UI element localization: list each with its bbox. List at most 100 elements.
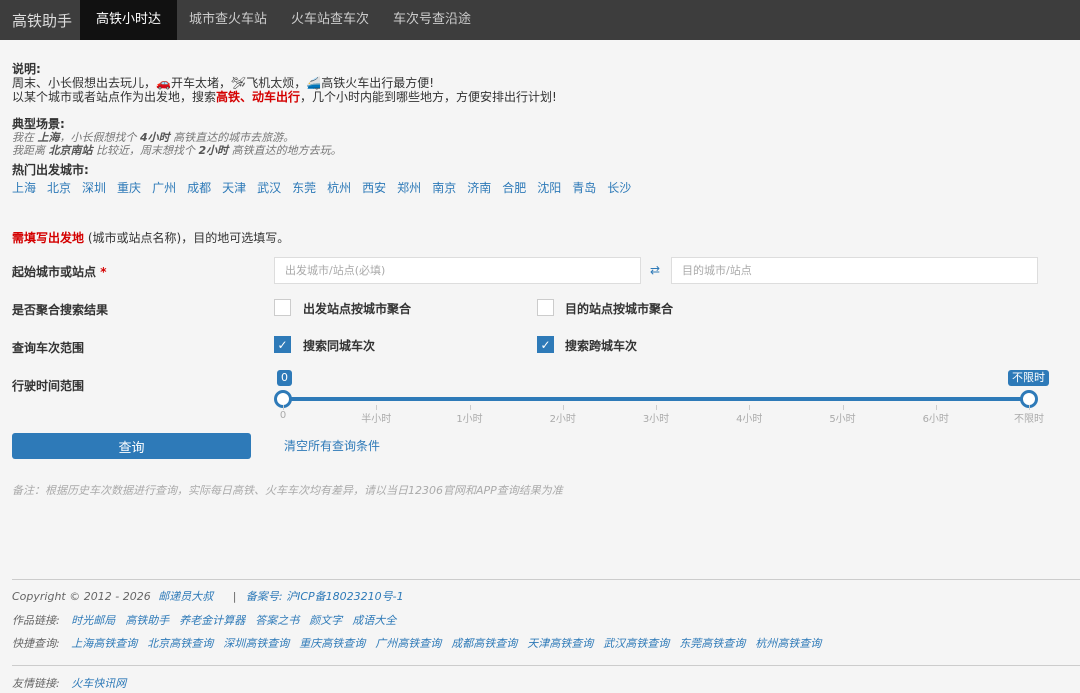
quick-query-link[interactable]: 成都高铁查询 [451,637,517,650]
works-label: 作品链接: [12,614,60,627]
hot-city-link[interactable]: 青岛 [572,180,596,196]
brand-logo[interactable]: 高铁助手 [0,10,80,31]
friend-link[interactable]: 火车快讯网 [71,677,126,690]
intro-line-1: 周末、小长假想出去玩儿，🚗开车太堵，🛩飞机太烦，🚄高铁火车出行最方便! [12,76,557,90]
merge-origin-checkbox[interactable] [274,299,291,316]
nav-tab-city-stations[interactable]: 城市查火车站 [177,0,279,40]
hot-city-link[interactable]: 东莞 [292,180,316,196]
intro-text: ，几个小时内能到哪些地方，方便安排出行计划! [300,90,557,104]
copyright-text: Copyright © 2012 - 2026 [12,590,151,603]
icp-link[interactable]: 备案号: 沪ICP备18023210号-1 [246,590,404,603]
hot-city-link[interactable]: 郑州 [397,180,421,196]
quick-query-link[interactable]: 杭州高铁查询 [755,637,821,650]
slider-tick-label: 半小时 [361,414,392,425]
quick-label: 快捷查询: [12,637,60,650]
footer-copyright: Copyright © 2012 - 2026 邮递员大叔 | 备案号: 沪IC… [12,588,414,604]
top-navbar: 高铁助手 高铁小时达 城市查火车站 火车站查车次 车次号查沿途 [0,0,1080,40]
scene-bold: 4小时 [140,131,170,144]
scene-bold: 2小时 [198,144,229,157]
required-mark: * [100,265,107,279]
merge-dest-label[interactable]: 目的站点按城市聚合 [565,300,673,317]
scope-same-checkbox[interactable]: ✓ [274,336,291,353]
slider-tick-label: 2小时 [549,414,576,425]
scene-section: 典型场景: 我在 上海，小长假想找个 4小时 高铁直达的城市去旅游。 我距离 北… [12,118,342,158]
footer-works: 作品链接: 时光邮局 高铁助手 养老金计算器 答案之书 颜文字 成语大全 [12,612,406,628]
scope-cross-checkbox[interactable]: ✓ [537,336,554,353]
merge-label: 是否聚合搜索结果 [12,303,109,317]
hot-city-link[interactable]: 重庆 [117,180,141,196]
time-slider-track[interactable] [283,397,1029,401]
hot-city-link[interactable]: 上海 [12,180,36,196]
hot-city-link[interactable]: 天津 [222,180,246,196]
scene-bold: 上海 [37,131,60,144]
notice-text: (城市或站点名称)，目的地可选填写。 [87,231,290,245]
quick-query-link[interactable]: 北京高铁查询 [147,637,213,650]
hot-city-link[interactable]: 北京 [47,180,71,196]
hot-city-link[interactable]: 深圳 [82,180,106,196]
scene-example-2: 我距离 北京南站 比较近，周末想找个 2小时 高铁直达的地方去玩。 [12,144,342,157]
quick-query-link[interactable]: 天津高铁查询 [527,637,593,650]
footer-divider [12,579,1080,580]
works-link[interactable]: 养老金计算器 [179,614,245,627]
quick-query-link[interactable]: 武汉高铁查询 [603,637,669,650]
hot-city-link[interactable]: 长沙 [607,180,631,196]
hot-city-link[interactable]: 合肥 [502,180,526,196]
scene-text: 比较近，周末想找个 [96,144,195,157]
footer-divider-2 [12,665,1080,666]
works-link[interactable]: 答案之书 [255,614,299,627]
slider-tick-label: 5小时 [829,414,856,425]
merge-origin-label[interactable]: 出发站点按城市聚合 [303,300,411,317]
time-range-label: 行驶时间范围 [12,379,85,393]
swap-icon[interactable]: ⇄ [650,263,660,277]
quick-query-link[interactable]: 广州高铁查询 [375,637,441,650]
search-button[interactable]: 查询 [12,433,251,459]
intro-text: 高铁火车出行最方便! [321,76,434,90]
scope-cross-label[interactable]: 搜索跨城车次 [565,337,637,354]
hot-cities-list: 上海 北京 深圳 重庆 广州 成都 天津 武汉 东莞 杭州 西安 郑州 南京 济南 合肥 沈阳 青岛 长沙 [12,180,642,196]
scene-text: ，小长假想找个 [59,131,137,144]
hot-city-link[interactable]: 南京 [432,180,456,196]
hot-city-link[interactable]: 广州 [152,180,176,196]
nav-tab-hours[interactable]: 高铁小时达 [80,0,178,40]
origin-input[interactable]: 出发城市/站点(必填) [274,257,641,284]
hot-city-link[interactable]: 济南 [467,180,491,196]
quick-query-link[interactable]: 东莞高铁查询 [679,637,745,650]
check-icon: ✓ [277,338,288,352]
hot-city-link[interactable]: 杭州 [327,180,351,196]
works-link[interactable]: 时光邮局 [71,614,115,627]
intro-section: 说明: 周末、小长假想出去玩儿，🚗开车太堵，🛩飞机太烦，🚄高铁火车出行最方便! … [12,62,557,104]
remark-text: 备注：根据历史车次数据进行查询，实际每日高铁、火车车次均有差异，请以当日1230… [12,484,563,497]
author-link[interactable]: 邮递员大叔 [158,590,213,603]
intro-text: 开车太堵， [170,76,231,90]
hot-city-link[interactable]: 武汉 [257,180,281,196]
origin-label-text: 起始城市或站点 [12,265,97,279]
quick-query-link[interactable]: 重庆高铁查询 [299,637,365,650]
merge-dest-checkbox[interactable] [537,299,554,316]
scope-same-label[interactable]: 搜索同城车次 [303,337,375,354]
slider-tick-label: 4小时 [736,414,763,425]
nav-tab-train-route[interactable]: 车次号查沿途 [381,0,483,40]
clear-conditions-link[interactable]: 清空所有查询条件 [284,437,380,454]
hot-city-link[interactable]: 成都 [187,180,211,196]
works-link[interactable]: 颜文字 [309,614,342,627]
intro-text: 周末、小长假想出去玩儿， [12,76,157,90]
destination-input[interactable]: 目的城市/站点 [671,257,1038,284]
scope-label: 查询车次范围 [12,341,85,355]
car-icon: 🚗 [156,76,171,90]
train-icon: 🚄 [306,76,322,90]
check-icon: ✓ [540,338,551,352]
works-link[interactable]: 高铁助手 [125,614,169,627]
footer-quick: 快捷查询: 上海高铁查询 北京高铁查询 深圳高铁查询 重庆高铁查询 广州高铁查询 成都高铁… [12,635,831,651]
quick-query-link[interactable]: 深圳高铁查询 [223,637,289,650]
scene-text: 我在 [12,131,34,144]
hot-city-link[interactable]: 沈阳 [537,180,561,196]
scene-text: 高铁直达的地方去玩。 [231,144,342,157]
scene-example-1: 我在 上海，小长假想找个 4小时 高铁直达的城市去旅游。 [12,131,342,144]
nav-tab-station-trains[interactable]: 火车站查车次 [279,0,381,40]
hot-cities-section: 热门出发城市: 上海 北京 深圳 重庆 广州 成都 天津 武汉 东莞 杭州 西安 郑州 南京 济南 合肥 沈阳… [12,163,642,196]
works-link[interactable]: 成语大全 [352,614,396,627]
quick-query-link[interactable]: 上海高铁查询 [71,637,137,650]
hot-city-link[interactable]: 西安 [362,180,386,196]
slider-tick-label: 0 [279,410,287,421]
slider-tick-label: 6小时 [922,414,949,425]
